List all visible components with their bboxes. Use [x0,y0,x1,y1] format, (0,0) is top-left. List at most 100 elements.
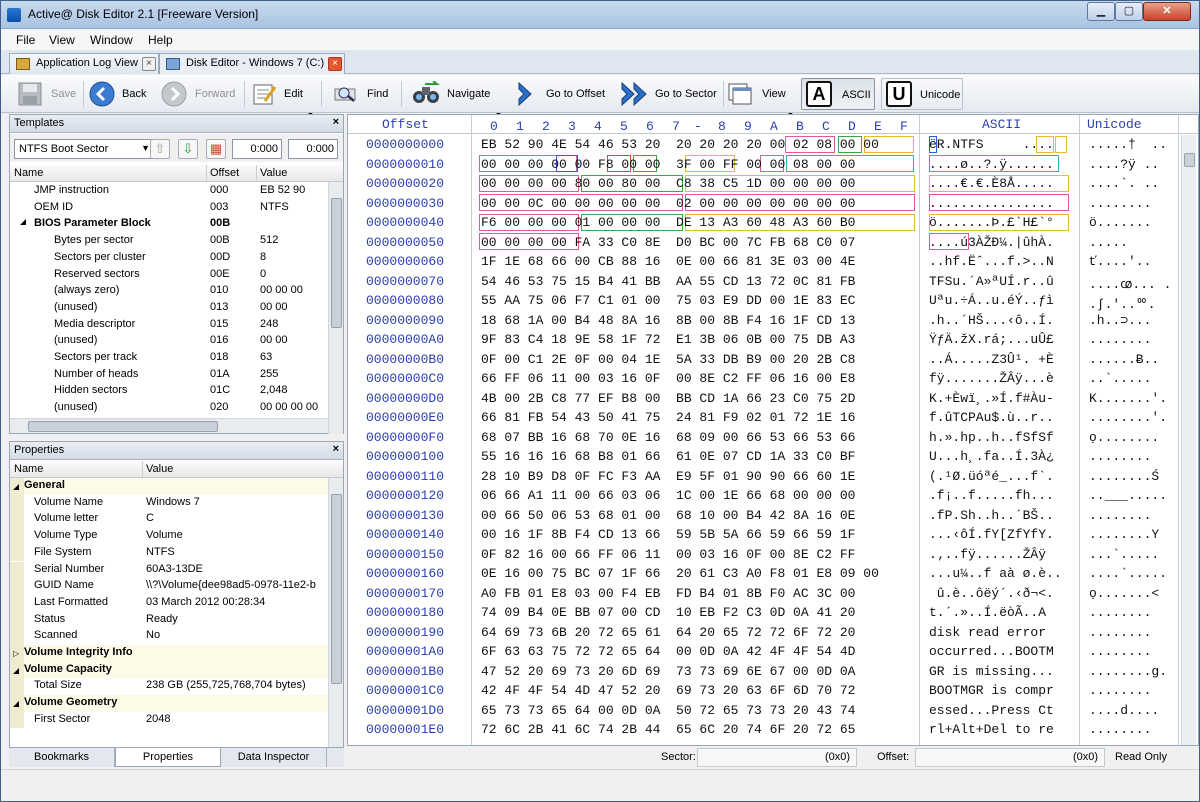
close-panel-icon[interactable]: × [333,116,339,128]
template-row[interactable]: Sectors per track 018 63 [10,349,343,366]
go-to-offset-button[interactable]: Go to Offset [513,78,613,110]
close-window-button[interactable]: ✕ [1143,2,1191,21]
tab-bookmarks[interactable]: Bookmarks [9,748,115,767]
ascii-mode-button[interactable]: A ASCII [801,78,875,110]
template-row[interactable]: OEM ID 003 NTFS [10,199,343,216]
hex-row[interactable]: 0000000000 EB 52 90 4E 54 46 53 20 20 20 … [348,135,1198,155]
template-select[interactable]: NTFS Boot Sector ▼ [14,139,154,159]
hex-row[interactable]: 0000000120 06 66 A1 11 00 66 03 06 1C 00 … [348,486,1198,506]
template-row[interactable]: (unused) 016 00 00 [10,332,343,349]
tab-application-log[interactable]: Application Log View × [9,53,159,74]
hex-view[interactable]: Offset 01234567-89ABCDEF ASCII Unicode 0… [347,114,1199,746]
hex-row[interactable]: 0000000050 00 00 00 00 FA 33 C0 8E D0 BC … [348,233,1198,253]
arrow-down-icon[interactable]: ⇩ [178,139,198,159]
expand-icon[interactable]: ◢ [20,217,26,226]
hex-row[interactable]: 0000000110 28 10 B9 D8 0F FC F3 AA E9 5F … [348,467,1198,487]
maximize-button[interactable]: ▢ [1115,2,1143,21]
template-grid-icon[interactable]: ▦ [206,139,226,159]
hex-row[interactable]: 0000000190 64 69 73 6B 20 72 65 61 64 20 … [348,623,1198,643]
menu-view[interactable]: View [49,33,75,47]
property-row[interactable]: GUID Name \\?\Volume{dee98ad5-0978-11e2-b [10,578,343,595]
navigate-button[interactable]: Navigate ▼ [411,78,502,119]
hex-row[interactable]: 00000001C0 42 4F 4F 54 4D 47 52 20 69 73 … [348,681,1198,701]
hex-row[interactable]: 0000000040 F6 00 00 00 01 00 00 00 DE 13 … [348,213,1198,233]
property-row[interactable]: Total Size 238 GB (255,725,768,704 bytes) [10,678,343,696]
property-row[interactable]: First Sector 2048 [10,711,343,729]
hex-row[interactable]: 00000000E0 66 81 FB 54 43 50 41 75 24 81 … [348,408,1198,428]
tab-properties[interactable]: Properties [115,748,221,767]
tab-data-inspector[interactable]: Data Inspector [221,748,327,767]
edit-button[interactable]: Edit ▼ [251,78,315,119]
menu-file[interactable]: File [16,33,35,47]
hex-row[interactable]: 00000001A0 6F 63 63 75 72 72 65 64 00 0D … [348,642,1198,662]
template-row[interactable]: Number of heads 01A 255 [10,366,343,383]
property-category[interactable]: ▷ Volume Integrity Info [10,645,343,662]
hex-row[interactable]: 0000000010 00 00 00 00 00 F8 00 00 3F 00 … [348,155,1198,175]
save-button[interactable]: Save [17,78,79,110]
view-button[interactable]: View ▼ [727,78,797,119]
expand-icon[interactable]: ◢ [13,482,19,491]
templates-vscroll[interactable] [328,182,343,434]
property-category[interactable]: ◢ Volume Capacity [10,661,343,679]
expand-icon[interactable]: ◢ [13,699,19,708]
property-row[interactable]: Status Ready [10,611,343,629]
property-row[interactable]: Volume Type Volume [10,528,343,545]
menu-window[interactable]: Window [90,33,133,47]
close-tab-icon[interactable]: × [328,57,342,71]
hex-row[interactable]: 0000000180 74 09 B4 0E BB 07 00 CD 10 EB … [348,603,1198,623]
hex-row[interactable]: 00000001B0 47 52 20 69 73 20 6D 69 73 73 … [348,662,1198,682]
template-row[interactable]: Media descriptor 015 248 [10,316,343,333]
property-row[interactable]: Scanned No [10,628,343,645]
hex-row[interactable]: 0000000160 0E 16 00 75 BC 07 1F 66 20 61 … [348,564,1198,584]
back-button[interactable]: Back [89,78,151,110]
hex-row[interactable]: 0000000140 00 16 1F 8B F4 CD 13 66 59 5B … [348,525,1198,545]
hex-row[interactable]: 00000000B0 0F 00 C1 2E 0F 00 04 1E 5A 33 … [348,350,1198,370]
hex-row[interactable]: 0000000060 1F 1E 68 66 00 CB 88 16 0E 00 … [348,252,1198,272]
hex-row[interactable]: 0000000020 00 00 00 00 80 00 80 00 C8 38 … [348,174,1198,194]
hex-row[interactable]: 00000001E0 72 6C 2B 41 6C 74 2B 44 65 6C … [348,720,1198,740]
template-row[interactable]: (unused) 013 00 00 [10,299,343,316]
template-length-field[interactable]: 0:000 [288,139,338,159]
go-to-sector-button[interactable]: Go to Sector [619,78,719,110]
property-category[interactable]: ◢ Volume Geometry [10,695,343,712]
arrow-up-icon[interactable]: ⇧ [150,139,170,159]
hex-vscroll[interactable] [1181,135,1196,745]
template-row[interactable]: Sectors per cluster 00D 8 [10,249,343,266]
hex-row[interactable]: 00000000A0 9F 83 C4 18 9E 58 1F 72 E1 3B … [348,330,1198,350]
hex-row[interactable]: 0000000170 A0 FB 01 E8 03 00 F4 EB FD B4 … [348,584,1198,604]
template-offset-field[interactable]: 0:000 [232,139,282,159]
template-row[interactable]: (unused) 020 00 00 00 00 [10,399,343,416]
hex-row[interactable]: 0000000090 18 68 1A 00 B4 48 8A 16 8B 00 … [348,311,1198,331]
template-row[interactable]: (always zero) 010 00 00 00 [10,282,343,299]
property-row[interactable]: Volume Name Windows 7 [10,494,343,512]
property-category[interactable]: ◢ General [10,478,343,495]
find-button[interactable]: Find [333,78,393,110]
hex-row[interactable]: 00000000F0 68 07 BB 16 68 70 0E 16 68 09 … [348,428,1198,448]
unicode-mode-button[interactable]: U Unicode [881,78,963,110]
expand-icon[interactable]: ◢ [13,666,19,675]
property-row[interactable]: Volume letter C [10,511,343,529]
forward-button[interactable]: Forward [161,78,239,110]
template-row[interactable]: ◢ BIOS Parameter Block 00B [10,215,343,232]
hex-row[interactable]: 00000001D0 65 73 73 65 64 00 0D 0A 50 72 … [348,701,1198,721]
hex-row[interactable]: 0000000080 55 AA 75 06 F7 C1 01 00 75 03 … [348,291,1198,312]
hex-row[interactable]: 0000000070 54 46 53 75 15 B4 41 BB AA 55 … [348,272,1198,292]
template-row[interactable]: Bytes per sector 00B 512 [10,232,343,249]
hex-row[interactable]: 0000000150 0F 82 16 00 66 FF 06 11 00 03 … [348,545,1198,565]
close-tab-icon[interactable]: × [142,57,156,71]
hex-row[interactable]: 0000000030 00 00 0C 00 00 00 00 00 02 00 … [348,194,1198,214]
property-row[interactable]: Last Formatted 03 March 2012 00:28:34 [10,594,343,612]
menu-help[interactable]: Help [148,33,173,47]
templates-hscroll[interactable] [10,418,328,433]
properties-vscroll[interactable] [328,478,343,748]
close-panel-icon[interactable]: × [333,443,339,455]
hex-row[interactable]: 0000000100 55 16 16 16 68 B8 01 66 61 0E … [348,447,1198,467]
property-row[interactable]: File System NTFS [10,544,343,562]
tab-disk-editor[interactable]: Disk Editor - Windows 7 (C:) × [159,53,345,74]
template-row[interactable]: Reserved sectors 00E 0 [10,266,343,283]
template-row[interactable]: Hidden sectors 01C 2,048 [10,382,343,399]
template-row[interactable]: JMP instruction 000 EB 52 90 [10,182,343,199]
property-row[interactable]: Serial Number 60A3-13DE [10,561,343,579]
hex-row[interactable]: 0000000130 00 66 50 06 53 68 01 00 68 10 … [348,506,1198,526]
hex-row[interactable]: 00000000C0 66 FF 06 11 00 03 16 0F 00 8E … [348,369,1198,389]
